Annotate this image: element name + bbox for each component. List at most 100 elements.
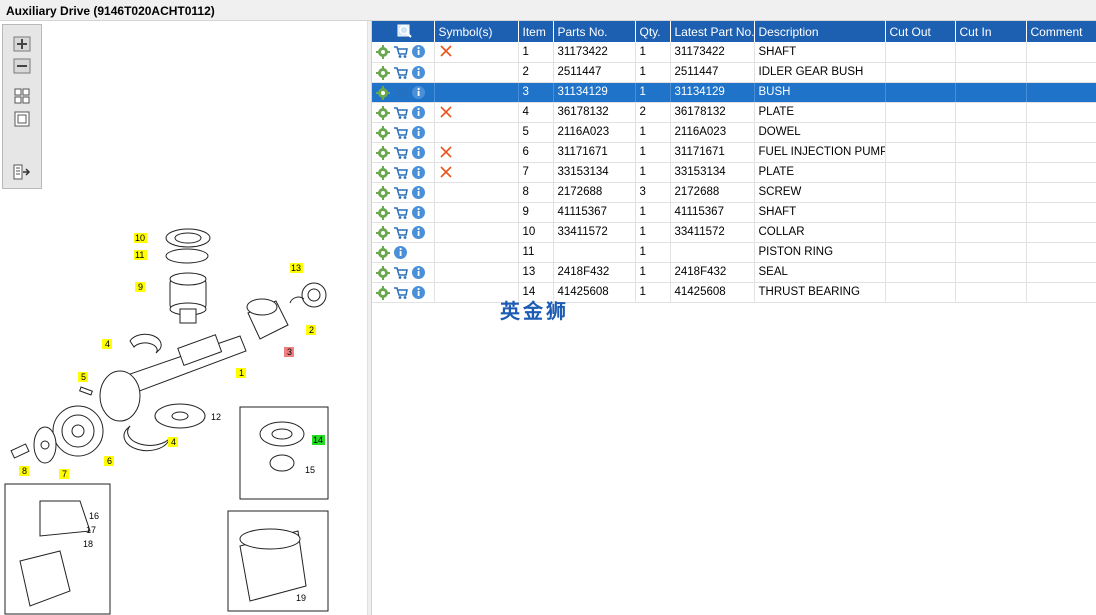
cart-icon[interactable] bbox=[393, 265, 409, 280]
info-icon[interactable] bbox=[411, 165, 426, 180]
fit-page-icon[interactable] bbox=[13, 88, 31, 104]
callout-9: 9 bbox=[138, 282, 143, 292]
info-icon[interactable] bbox=[411, 44, 426, 59]
info-icon[interactable] bbox=[411, 125, 426, 140]
info-icon[interactable] bbox=[411, 205, 426, 220]
cell-description: PISTON RING bbox=[754, 242, 886, 263]
zoom-in-icon[interactable] bbox=[13, 36, 31, 52]
cart-icon[interactable] bbox=[393, 205, 409, 220]
cart-icon[interactable] bbox=[393, 105, 409, 120]
gear-icon[interactable] bbox=[376, 205, 391, 220]
cell-symbol bbox=[434, 162, 519, 183]
cell-qty: 1 bbox=[635, 202, 671, 223]
table-row[interactable]: 9 41115367 1 41115367 SHAFT bbox=[372, 202, 1096, 223]
table-row[interactable]: 4 36178132 2 36178132 PLATE bbox=[372, 102, 1096, 123]
column-header-description[interactable]: Description bbox=[754, 21, 886, 42]
zoom-out-icon[interactable] bbox=[13, 58, 31, 74]
table-row[interactable]: 6 31171671 1 31171671 FUEL INJECTION PUM… bbox=[372, 142, 1096, 163]
cart-icon[interactable] bbox=[393, 225, 409, 240]
cell-symbol bbox=[434, 102, 519, 123]
table-row[interactable]: 13 2418F432 1 2418F432 SEAL bbox=[372, 262, 1096, 283]
gear-icon[interactable] bbox=[376, 44, 391, 60]
cell-comment bbox=[1026, 122, 1096, 143]
callout-4: 4 bbox=[105, 339, 110, 349]
cell-latest-part-no: 41425608 bbox=[670, 282, 755, 303]
table-row[interactable]: 1 31173422 1 31173422 SHAFT bbox=[372, 42, 1096, 63]
callout-5: 5 bbox=[81, 372, 86, 382]
gear-icon[interactable] bbox=[376, 285, 391, 300]
cell-parts-no: 2116A023 bbox=[553, 122, 636, 143]
info-icon[interactable] bbox=[411, 105, 426, 120]
column-header-tools[interactable] bbox=[372, 21, 435, 42]
cell-item: 6 bbox=[518, 142, 554, 163]
cart-icon[interactable] bbox=[393, 44, 409, 59]
cell-cut-in bbox=[955, 82, 1027, 103]
column-header-item[interactable]: Item bbox=[518, 21, 554, 42]
table-row[interactable]: 8 2172688 3 2172688 SCREW bbox=[372, 182, 1096, 203]
cell-description: SHAFT bbox=[754, 42, 886, 63]
gear-icon[interactable] bbox=[376, 105, 391, 120]
cart-icon[interactable] bbox=[393, 285, 409, 300]
cart-icon[interactable] bbox=[393, 165, 409, 180]
info-icon[interactable] bbox=[393, 245, 408, 260]
column-header-qty[interactable]: Qty. bbox=[635, 21, 671, 42]
gear-icon[interactable] bbox=[376, 145, 391, 160]
cell-description: SCREW bbox=[754, 182, 886, 203]
gear-icon[interactable] bbox=[376, 125, 391, 140]
column-header-symbols[interactable]: Symbol(s) bbox=[434, 21, 519, 42]
search-icon[interactable] bbox=[397, 24, 413, 39]
table-row[interactable]: 2 2511447 1 2511447 IDLER GEAR BUSH bbox=[372, 62, 1096, 83]
actual-size-icon[interactable] bbox=[13, 111, 31, 127]
column-header-cut-in[interactable]: Cut In bbox=[955, 21, 1027, 42]
column-header-latest-part-no[interactable]: Latest Part No. bbox=[670, 21, 755, 42]
cell-cut-out bbox=[885, 82, 956, 103]
table-row[interactable]: 10 33411572 1 33411572 COLLAR bbox=[372, 222, 1096, 243]
column-header-cut-out[interactable]: Cut Out bbox=[885, 21, 956, 42]
table-row[interactable]: 11 1 PISTON RING bbox=[372, 242, 1096, 263]
info-icon[interactable] bbox=[411, 185, 426, 200]
gear-icon[interactable] bbox=[376, 65, 391, 80]
export-icon[interactable] bbox=[13, 164, 31, 180]
table-row[interactable]: 14 41425608 1 41425608 THRUST BEARING bbox=[372, 282, 1096, 303]
cart-icon[interactable] bbox=[393, 145, 409, 160]
cart-icon[interactable] bbox=[393, 85, 409, 100]
table-row[interactable]: 3 31134129 1 31134129 BUSH bbox=[372, 82, 1096, 103]
cell-comment bbox=[1026, 282, 1096, 303]
gear-icon[interactable] bbox=[376, 245, 391, 260]
gear-icon[interactable] bbox=[376, 185, 391, 200]
info-icon[interactable] bbox=[411, 85, 426, 100]
gear-icon[interactable] bbox=[376, 265, 391, 280]
diagram-pane[interactable]: 10 11 9 13 2 3 4 1 5 12 14 15 4 8 7 6 16… bbox=[0, 21, 367, 615]
cart-icon[interactable] bbox=[393, 125, 409, 140]
cell-qty: 1 bbox=[635, 162, 671, 183]
table-header: Symbol(s) Item Parts No. Qty. Latest Par… bbox=[372, 21, 1096, 42]
table-row[interactable]: 5 2116A023 1 2116A023 DOWEL bbox=[372, 122, 1096, 143]
gear-icon[interactable] bbox=[376, 165, 391, 180]
parts-grid: Symbol(s) Item Parts No. Qty. Latest Par… bbox=[372, 21, 1096, 615]
cell-latest-part-no: 31171671 bbox=[670, 142, 755, 163]
info-icon[interactable] bbox=[411, 265, 426, 280]
gear-icon[interactable] bbox=[376, 225, 391, 240]
info-icon[interactable] bbox=[411, 225, 426, 240]
column-header-parts-no[interactable]: Parts No. bbox=[553, 21, 636, 42]
row-action-icons bbox=[372, 222, 435, 243]
row-action-icons bbox=[372, 282, 435, 303]
cell-cut-in bbox=[955, 222, 1027, 243]
cell-symbol bbox=[434, 242, 519, 263]
cart-icon[interactable] bbox=[393, 65, 409, 80]
cell-qty: 1 bbox=[635, 42, 671, 63]
column-header-comment[interactable]: Comment bbox=[1026, 21, 1096, 42]
cell-parts-no: 33411572 bbox=[553, 222, 636, 243]
watermark-text: 英金狮 bbox=[500, 299, 569, 323]
cell-symbol bbox=[434, 222, 519, 243]
cell-cut-in bbox=[955, 162, 1027, 183]
row-action-icons bbox=[372, 162, 435, 183]
cart-icon[interactable] bbox=[393, 185, 409, 200]
gear-icon[interactable] bbox=[376, 85, 391, 100]
cell-qty: 2 bbox=[635, 102, 671, 123]
info-icon[interactable] bbox=[411, 145, 426, 160]
table-row[interactable]: 7 33153134 1 33153134 PLATE bbox=[372, 162, 1096, 183]
info-icon[interactable] bbox=[411, 285, 426, 300]
info-icon[interactable] bbox=[411, 65, 426, 80]
cell-parts-no: 36178132 bbox=[553, 102, 636, 123]
